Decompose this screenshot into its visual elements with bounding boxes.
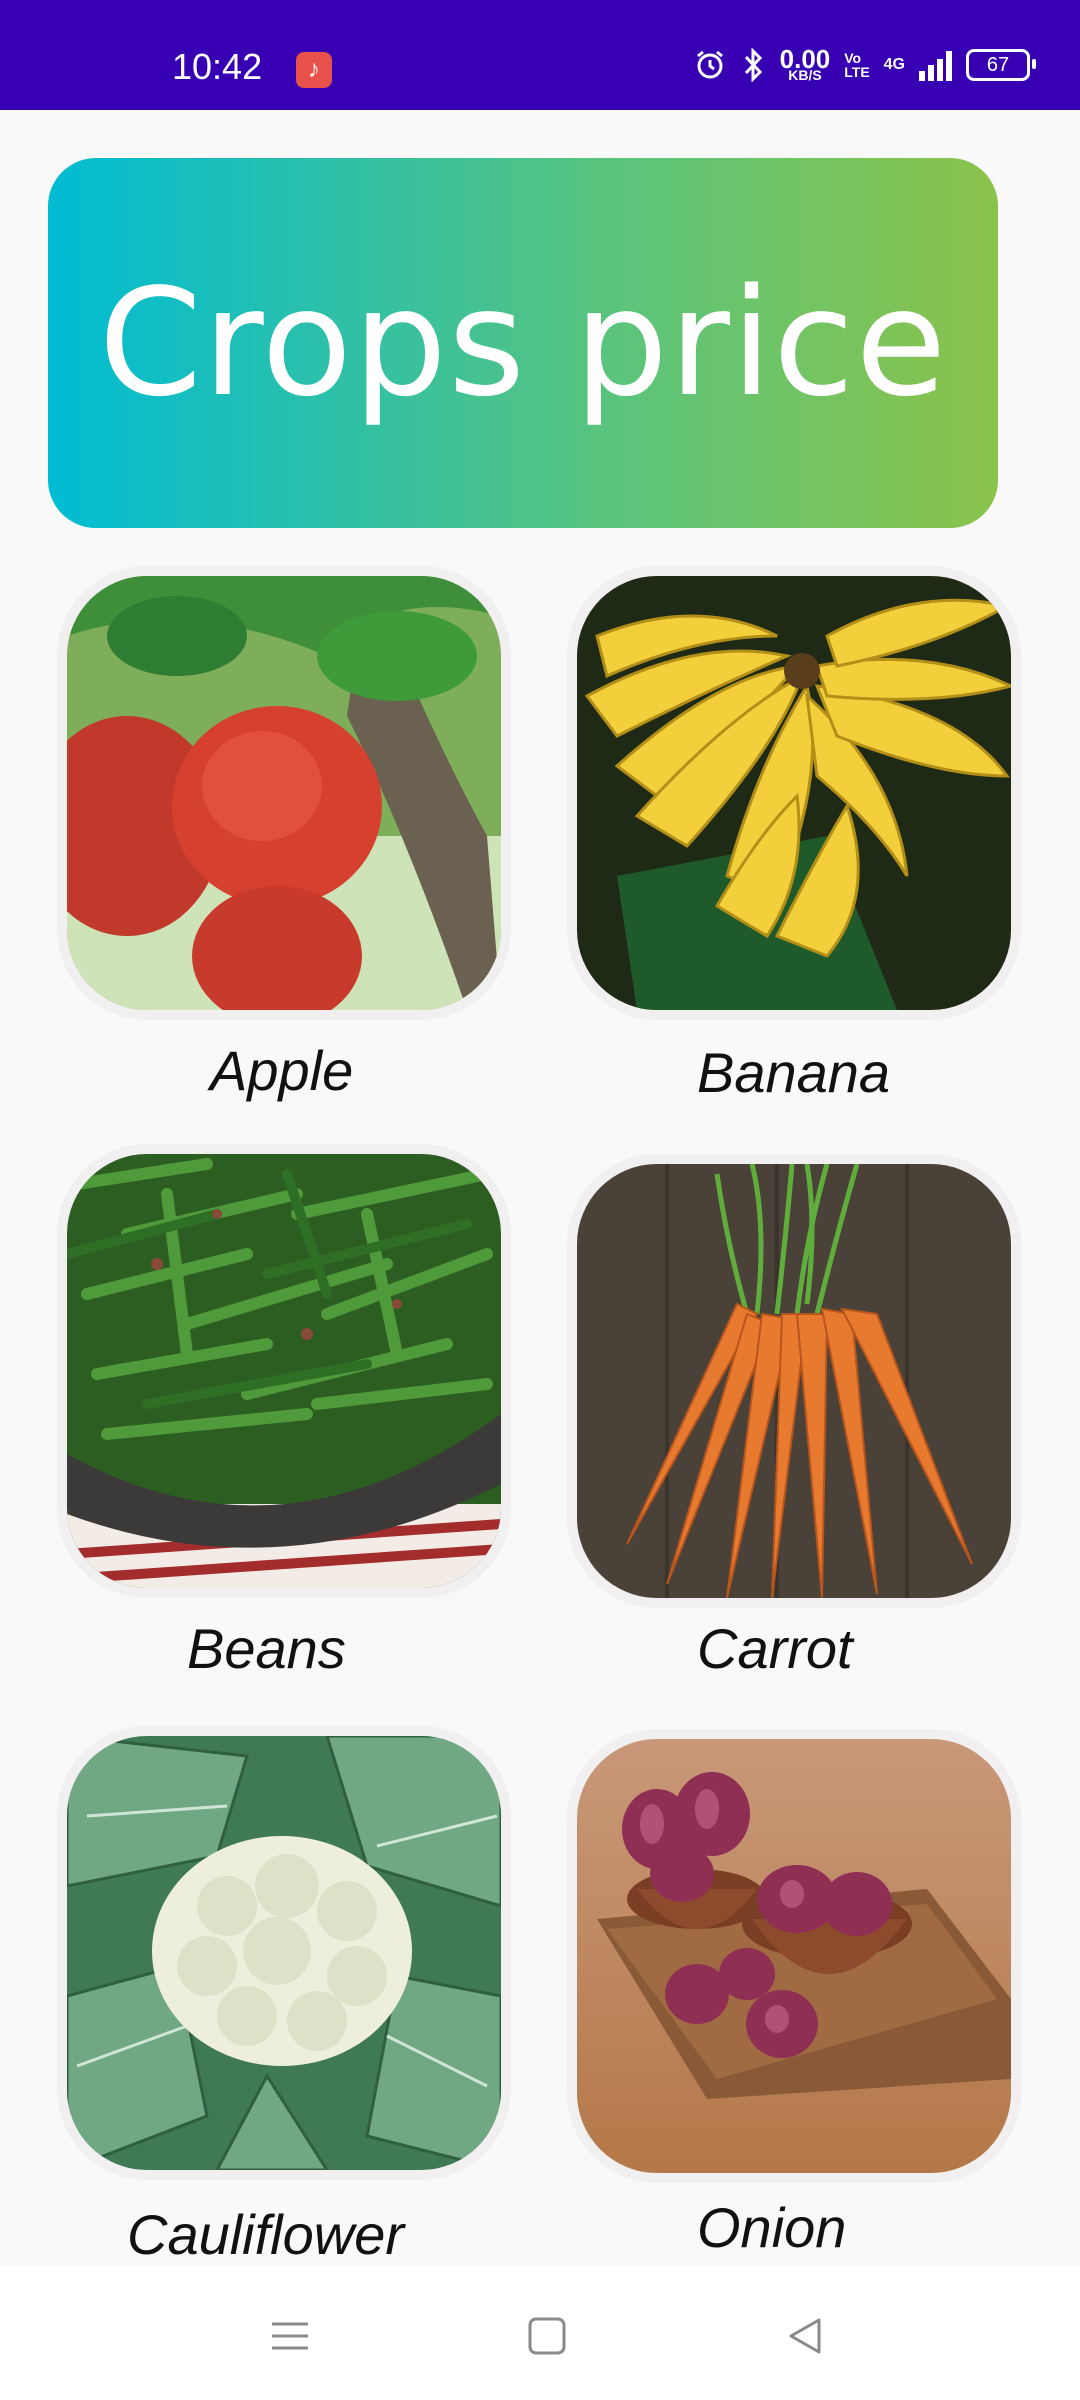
header-banner: Crops price xyxy=(48,158,998,528)
battery-icon: 67 xyxy=(966,49,1036,81)
signal-strength-icon xyxy=(919,49,952,81)
volte-bottom: LTE xyxy=(844,64,870,80)
banana-icon[interactable] xyxy=(577,576,1011,1010)
page-title: Crops price xyxy=(98,257,948,429)
crop-label-banana: Banana xyxy=(697,1041,891,1104)
volte-indicator: Vo LTE xyxy=(844,51,869,79)
volte-top: Vo xyxy=(844,50,862,66)
crop-label-beans: Beans xyxy=(187,1617,346,1680)
beans-icon[interactable] xyxy=(67,1154,501,1588)
onion-icon[interactable] xyxy=(577,1739,1011,2173)
crop-card-apple[interactable]: Apple xyxy=(67,576,501,1102)
menu-icon[interactable] xyxy=(260,2306,320,2366)
status-bar: 10:42 ♪ 0.00 KB/S Vo LTE 4G 67 xyxy=(0,0,1080,110)
crop-label-carrot: Carrot xyxy=(697,1617,853,1680)
cauliflower-icon[interactable] xyxy=(67,1736,501,2170)
alarm-icon xyxy=(694,49,726,81)
crop-card-carrot[interactable]: Carrot xyxy=(577,1164,1011,1680)
network-type: 4G xyxy=(884,56,905,74)
crop-card-cauliflower[interactable]: Cauliflower xyxy=(67,1736,501,2266)
bluetooth-icon xyxy=(740,48,766,82)
back-triangle-icon[interactable] xyxy=(775,2306,835,2366)
network-speed-unit: KB/S xyxy=(788,67,822,84)
music-notification-icon: ♪ xyxy=(296,52,332,88)
crop-card-banana[interactable]: Banana xyxy=(577,576,1011,1104)
battery-level: 67 xyxy=(986,53,1010,76)
crop-label-cauliflower: Cauliflower xyxy=(127,2203,404,2266)
status-time: 10:42 xyxy=(172,46,263,87)
crop-card-beans[interactable]: Beans xyxy=(67,1154,501,1680)
network-type-label: 4G xyxy=(883,56,905,73)
home-square-icon[interactable] xyxy=(517,2306,577,2366)
apple-icon[interactable] xyxy=(67,576,501,1010)
crop-label-onion: Onion xyxy=(697,2196,847,2259)
crop-label-apple: Apple xyxy=(210,1039,354,1102)
navigation-bar xyxy=(0,2266,1080,2400)
carrot-icon[interactable] xyxy=(577,1164,1011,1598)
crop-card-onion[interactable]: Onion xyxy=(577,1739,1011,2259)
status-icons: 0.00 KB/S Vo LTE 4G 67 xyxy=(694,46,1036,84)
network-speed: 0.00 KB/S xyxy=(780,46,831,84)
